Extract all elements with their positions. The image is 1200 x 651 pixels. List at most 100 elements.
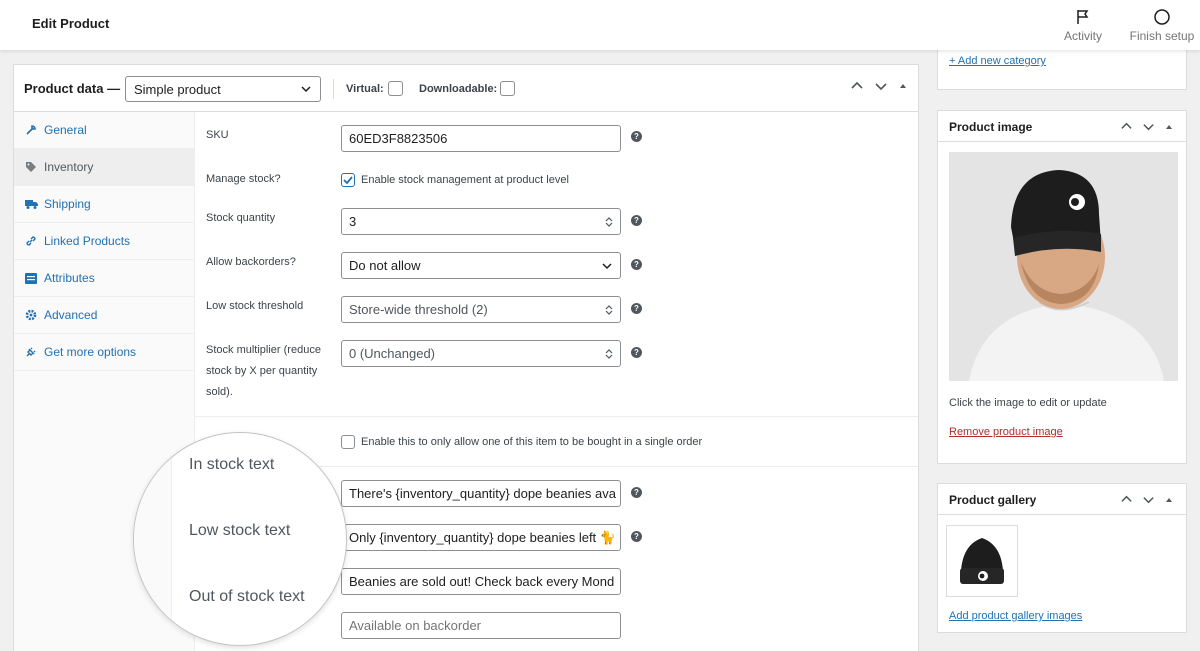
help-icon[interactable]: ?: [631, 531, 642, 542]
downloadable-checkbox[interactable]: [500, 81, 515, 96]
tab-shipping[interactable]: Shipping: [14, 186, 194, 223]
circle-icon: [1154, 9, 1170, 25]
remove-product-image-link[interactable]: Remove product image: [949, 426, 1063, 438]
gear-icon: [24, 309, 38, 321]
low-stock-text-value: Only {inventory_quantity} dope beanies l…: [349, 530, 616, 545]
spinner-icon[interactable]: [605, 304, 613, 316]
divider: [333, 79, 334, 99]
tab-attributes[interactable]: Attributes: [14, 260, 194, 297]
tab-label: General: [44, 123, 87, 137]
manage-stock-label: Manage stock?: [206, 173, 281, 185]
low-stock-text-input[interactable]: Only {inventory_quantity} dope beanies l…: [341, 524, 621, 551]
manage-stock-text: Enable stock management at product level: [361, 174, 569, 186]
product-data-label: Product data —: [24, 81, 121, 96]
truck-icon: [24, 198, 38, 210]
tab-label: Get more options: [44, 345, 137, 359]
collapse-triangle-icon[interactable]: [898, 81, 908, 91]
activity-label: Activity: [1063, 29, 1102, 43]
tab-general[interactable]: General: [14, 112, 194, 149]
low-stock-threshold-label: Low stock threshold: [206, 300, 304, 312]
wrench-icon: [24, 124, 38, 136]
tab-get-more-options[interactable]: Get more options: [14, 334, 194, 371]
help-icon[interactable]: ?: [631, 259, 642, 270]
low-stock-threshold-value: Store-wide threshold (2): [349, 302, 488, 317]
panel-controls: [850, 79, 908, 93]
virtual-label: Virtual:: [346, 83, 384, 95]
sku-value: 60ED3F8823506: [349, 131, 448, 146]
activity-button[interactable]: Activity: [1061, 8, 1105, 43]
zoom-callout-nav-strip: [134, 433, 172, 645]
product-image-header: Product image: [938, 111, 1186, 142]
tab-label: Attributes: [44, 271, 95, 285]
tag-icon: [24, 161, 38, 173]
product-image-box: Product image Click the image to edit or…: [937, 110, 1187, 464]
product-data-header: Product data — Simple product Virtual: D…: [14, 65, 918, 112]
tab-advanced[interactable]: Advanced: [14, 297, 194, 334]
image-edit-hint: Click the image to edit or update: [949, 397, 1107, 409]
help-icon[interactable]: ?: [631, 215, 642, 226]
divider: [195, 416, 918, 417]
box-controls: [1120, 493, 1174, 506]
checkmark-icon: [343, 176, 353, 185]
collapse-triangle-icon[interactable]: [1164, 122, 1174, 132]
tab-label: Advanced: [44, 308, 98, 322]
manage-stock-checkbox[interactable]: [341, 173, 355, 187]
product-type-select[interactable]: Simple product: [125, 76, 321, 102]
tab-linked-products[interactable]: Linked Products: [14, 223, 194, 260]
sold-individually-text: Enable this to only allow one of this it…: [361, 436, 703, 448]
stock-multiplier-label-line3: sold).: [206, 386, 233, 398]
in-stock-text-input[interactable]: There's {inventory_quantity} dope beanie…: [341, 480, 621, 507]
help-icon[interactable]: ?: [631, 131, 642, 142]
tab-label: Inventory: [44, 160, 94, 174]
stock-multiplier-input[interactable]: 0 (Unchanged): [341, 340, 621, 367]
stock-multiplier-value: 0 (Unchanged): [349, 346, 435, 361]
add-new-category-link[interactable]: + Add new category: [949, 55, 1046, 67]
tab-label: Shipping: [44, 197, 91, 211]
plug-icon: [24, 346, 38, 358]
low-stock-threshold-input[interactable]: Store-wide threshold (2): [341, 296, 621, 323]
in-stock-text-label: In stock text: [189, 456, 275, 473]
tab-inventory[interactable]: Inventory: [14, 149, 194, 186]
finish-setup-label: Finish setup: [1129, 29, 1195, 43]
chevron-up-icon[interactable]: [1120, 120, 1133, 133]
stock-quantity-input[interactable]: 3: [341, 208, 621, 235]
finish-setup-button[interactable]: Finish setup: [1126, 8, 1198, 43]
chevron-up-icon[interactable]: [1120, 493, 1133, 506]
stock-multiplier-label-line2: stock by X per quantity: [206, 365, 318, 377]
out-of-stock-text-input[interactable]: Beanies are sold out! Check back every M…: [341, 568, 621, 595]
spinner-icon[interactable]: [605, 348, 613, 360]
product-image[interactable]: [949, 152, 1178, 381]
in-stock-text-value: There's {inventory_quantity} dope beanie…: [349, 486, 617, 501]
add-gallery-images-link[interactable]: Add product gallery images: [949, 610, 1082, 622]
box-controls: [1120, 120, 1174, 133]
spinner-icon[interactable]: [605, 216, 613, 228]
page-title: Edit Product: [32, 16, 110, 31]
chevron-down-icon[interactable]: [1142, 120, 1155, 133]
low-stock-text-label: Low stock text: [189, 522, 291, 539]
collapse-triangle-icon[interactable]: [1164, 495, 1174, 505]
flag-icon: [1077, 10, 1089, 24]
zoom-callout: In stock text Low stock text Out of stoc…: [133, 432, 347, 646]
chevron-down-icon[interactable]: [1142, 493, 1155, 506]
tab-label: Linked Products: [44, 234, 131, 248]
sold-individually-checkbox[interactable]: [341, 435, 355, 449]
chevron-up-icon[interactable]: [850, 79, 864, 93]
virtual-checkbox[interactable]: [388, 81, 403, 96]
backorder-placeholder: Available on backorder: [349, 618, 482, 633]
allow-backorders-select[interactable]: Do not allow: [341, 252, 621, 279]
help-icon[interactable]: ?: [631, 303, 642, 314]
downloadable-label: Downloadable:: [419, 83, 498, 95]
help-icon[interactable]: ?: [631, 347, 642, 358]
chevron-down-icon: [602, 263, 612, 270]
gallery-thumbnail[interactable]: [946, 525, 1018, 597]
chevron-down-icon[interactable]: [874, 79, 888, 93]
product-gallery-title: Product gallery: [949, 493, 1037, 507]
help-icon[interactable]: ?: [631, 487, 642, 498]
top-bar: Edit Product Activity Finish setup: [0, 0, 1200, 50]
stock-multiplier-label-line1: Stock multiplier (reduce: [206, 344, 321, 356]
product-image-title: Product image: [949, 120, 1033, 134]
sku-input[interactable]: 60ED3F8823506: [341, 125, 621, 152]
stock-quantity-label: Stock quantity: [206, 212, 276, 224]
backorder-text-input[interactable]: Available on backorder: [341, 612, 621, 639]
link-icon: [24, 235, 38, 247]
